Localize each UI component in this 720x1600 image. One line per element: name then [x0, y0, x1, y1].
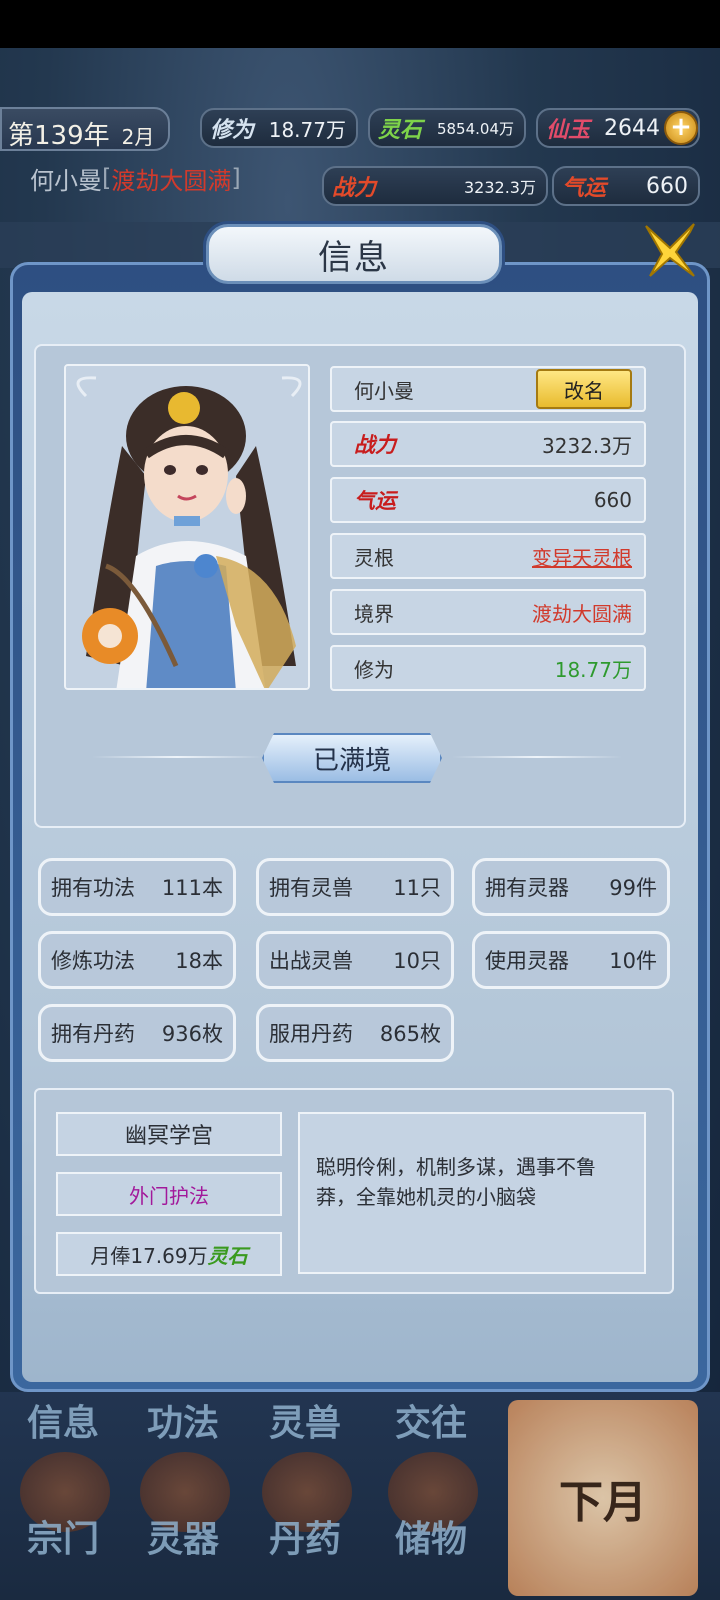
sect-name-text: 幽冥学宫 [124, 1124, 213, 1149]
stat-chip-owned-beasts[interactable]: 拥有灵兽 11只 [256, 858, 454, 916]
character-description: 聪明伶俐，机制多谋，遇事不鲁莽，全靠她机灵的小脑袋 [298, 1112, 646, 1274]
cultivation-row: 修为 18.77万 [330, 645, 646, 691]
power-row-value: 3232.3万 [542, 433, 632, 458]
power-row: 战力 3232.3万 [330, 421, 646, 467]
character-header: 何小曼 [渡劫大圆满] [22, 158, 277, 198]
luck-value: 660 [646, 173, 688, 199]
character-realm: 渡劫大圆满 [111, 166, 232, 195]
power-row-label: 战力 [354, 432, 396, 457]
nav-beasts[interactable]: 灵兽 [250, 1394, 360, 1446]
description-text: 聪明伶俐，机制多谋，遇事不鲁莽，全靠她机灵的小脑袋 [316, 1155, 596, 1209]
spirit-root-label: 灵根 [354, 545, 394, 570]
jade-value: 2644 [604, 115, 660, 141]
divider-left [92, 756, 262, 758]
stat-label: 出战灵兽 [269, 949, 353, 973]
power-value: 3232.3万 [464, 178, 536, 197]
nav-sect[interactable]: 宗门 [8, 1510, 118, 1562]
jade-label: 仙玉 [546, 117, 591, 143]
jade-pill[interactable]: 仙玉 2644 + [536, 108, 700, 148]
nav-pills[interactable]: 丹药 [250, 1510, 360, 1562]
stat-chip-owned-skills[interactable]: 拥有功法 111本 [38, 858, 236, 916]
profile-name: 何小曼 [354, 378, 414, 403]
stat-count: 111本 [161, 876, 223, 900]
luck-label: 气运 [562, 175, 607, 201]
stat-label: 拥有功法 [51, 876, 135, 900]
close-icon[interactable] [640, 218, 700, 282]
cultivation-label: 修为 [210, 117, 255, 143]
stat-count: 18本 [175, 949, 223, 973]
nav-skills[interactable]: 功法 [128, 1394, 238, 1446]
stat-label: 使用灵器 [485, 949, 569, 973]
cultivation-value: 18.77万 [268, 117, 346, 142]
sect-name: 幽冥学宫 [56, 1112, 282, 1156]
stat-chip-consumed-pills[interactable]: 服用丹药 865枚 [256, 1004, 454, 1062]
realm-value: 渡劫大圆满 [532, 601, 632, 626]
month-label: 2月 [121, 125, 155, 149]
nav-info[interactable]: 信息 [8, 1394, 118, 1446]
spirit-root-row[interactable]: 灵根 变异天灵根 [330, 533, 646, 579]
name-row: 何小曼 改名 [330, 366, 646, 412]
max-realm-button[interactable]: 已满境 [262, 733, 442, 783]
cultivation-pill: 修为 18.77万 [200, 108, 358, 148]
panel-title: 信息 [206, 224, 502, 284]
sect-salary: 月俸17.69万 灵石 [56, 1232, 282, 1276]
stat-label: 拥有灵兽 [269, 876, 353, 900]
next-month-button[interactable]: 下月 [508, 1400, 698, 1596]
sect-position-text: 外门护法 [129, 1183, 209, 1208]
nav-storage[interactable]: 储物 [376, 1510, 486, 1562]
power-label: 战力 [332, 175, 377, 201]
cultivation-row-label: 修为 [354, 657, 394, 682]
year-label: 第139年 [8, 121, 110, 151]
spirit-stone-value: 5854.04万 [436, 119, 514, 138]
stat-chip-active-beasts[interactable]: 出战灵兽 10只 [256, 931, 454, 989]
nav-artifacts[interactable]: 灵器 [128, 1510, 238, 1562]
stat-count: 10件 [609, 949, 657, 973]
salary-unit: 灵石 [207, 1243, 248, 1268]
divider-right [452, 756, 622, 758]
character-portrait [64, 364, 310, 690]
cultivation-row-value: 18.77万 [554, 657, 632, 682]
date-display: 第139年 2月 [0, 107, 170, 151]
salary-amount: 月俸17.69万 [90, 1243, 208, 1268]
luck-row-label: 气运 [354, 488, 396, 513]
character-name: 何小曼 [30, 166, 102, 195]
status-bar [0, 0, 720, 48]
max-realm-label: 已满境 [312, 745, 391, 776]
spirit-stone-pill: 灵石 5854.04万 [368, 108, 526, 148]
sect-position: 外门护法 [56, 1172, 282, 1216]
stat-chip-practiced-skills[interactable]: 修炼功法 18本 [38, 931, 236, 989]
rename-button[interactable]: 改名 [536, 369, 632, 409]
stat-count: 11只 [393, 876, 441, 900]
luck-row: 气运 660 [330, 477, 646, 523]
stat-count: 865枚 [379, 1022, 441, 1046]
stat-chip-owned-artifacts[interactable]: 拥有灵器 99件 [472, 858, 670, 916]
nav-relations[interactable]: 交往 [376, 1394, 486, 1446]
add-jade-icon[interactable]: + [664, 111, 698, 145]
stat-chip-owned-pills[interactable]: 拥有丹药 936枚 [38, 1004, 236, 1062]
stat-count: 99件 [609, 876, 657, 900]
stat-label: 修炼功法 [51, 949, 135, 973]
luck-pill: 气运 660 [552, 166, 700, 206]
realm-row: 境界 渡劫大圆满 [330, 589, 646, 635]
stat-label: 拥有灵器 [485, 876, 569, 900]
spirit-stone-label: 灵石 [378, 117, 423, 143]
stat-chip-used-artifacts[interactable]: 使用灵器 10件 [472, 931, 670, 989]
luck-row-value: 660 [593, 488, 632, 512]
stat-count: 10只 [393, 949, 441, 973]
realm-label: 境界 [354, 601, 394, 626]
stat-count: 936枚 [161, 1022, 223, 1046]
panel-title-text: 信息 [318, 237, 390, 278]
stat-label: 拥有丹药 [51, 1022, 135, 1046]
stat-label: 服用丹药 [269, 1022, 353, 1046]
power-pill: 战力 3232.3万 [322, 166, 548, 206]
next-month-label: 下月 [559, 1477, 647, 1528]
spirit-root-value[interactable]: 变异天灵根 [532, 542, 632, 571]
